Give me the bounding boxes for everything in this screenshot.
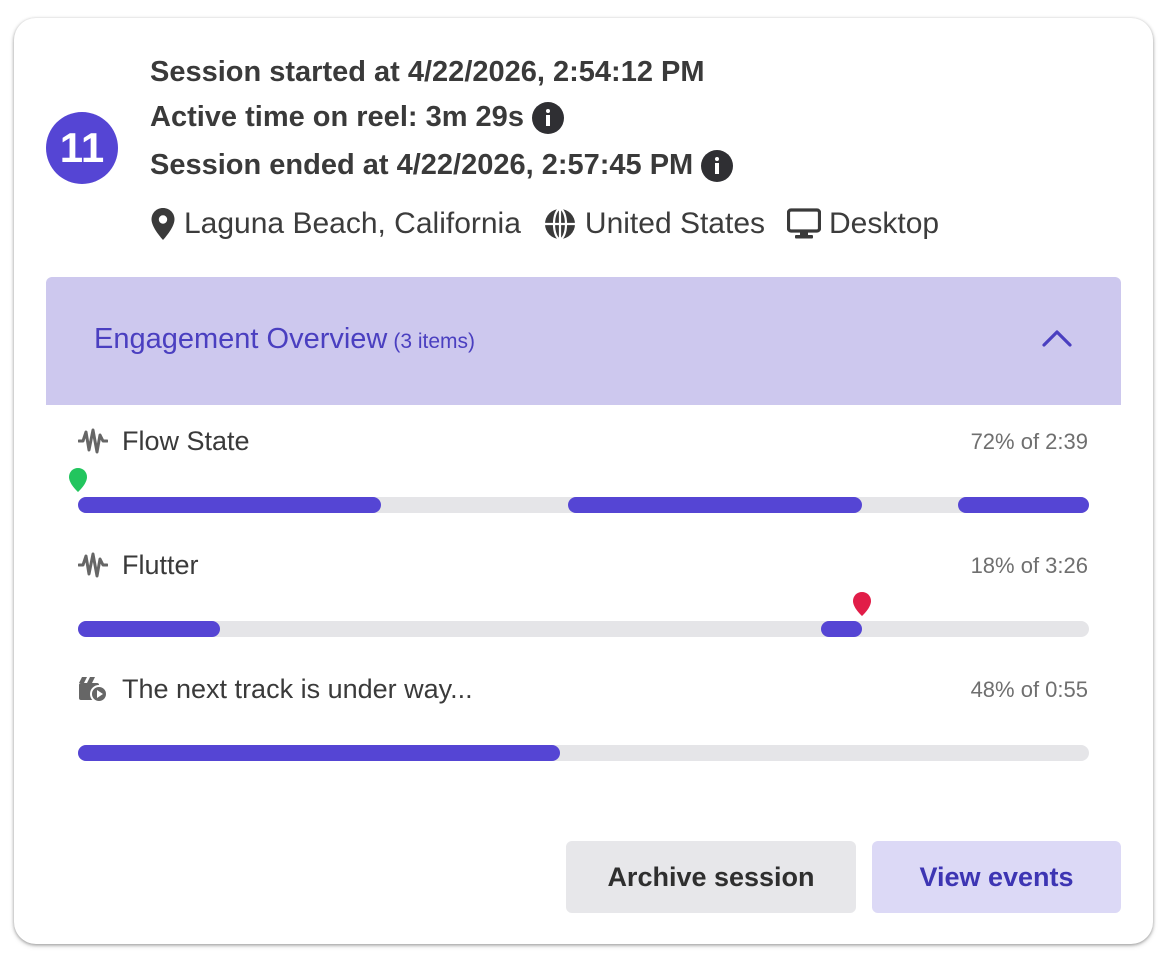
country-text: United States (584, 207, 766, 240)
engagement-overview-header[interactable]: Engagement Overview (3 items) (46, 277, 1121, 405)
session-meta: Laguna Beach, California United States D… (150, 202, 961, 246)
marker-pin-icon[interactable] (852, 591, 872, 617)
chevron-up-icon[interactable] (1042, 327, 1072, 349)
device-text: Desktop (829, 207, 940, 240)
archive-session-button[interactable]: Archive session (566, 841, 856, 913)
row-next-track: The next track is under way... (78, 669, 473, 709)
timeline-segment (78, 621, 220, 637)
panel-title-text: Engagement Overview (94, 323, 388, 355)
waveform-icon (78, 428, 108, 454)
timeline-segment (78, 745, 561, 761)
globe-icon (544, 207, 575, 241)
session-ended-info-icon[interactable] (701, 149, 734, 182)
timeline-track[interactable] (78, 745, 1089, 761)
engagement-overview-title: Engagement Overview (3 items) (94, 323, 475, 356)
active-time: Active time on reel: 3m 29s (150, 101, 564, 134)
session-ended: Session ended at 4/22/2026, 2:57:45 PM (150, 149, 734, 182)
marker-pin-icon[interactable] (68, 467, 88, 493)
active-time-text: Active time on reel: 3m 29s (150, 101, 524, 133)
map-pin-icon (151, 208, 175, 240)
row-flow-state: Flow State (78, 421, 250, 461)
timeline-segment (568, 497, 862, 513)
row-label-text: Flutter (122, 549, 199, 580)
location-text: Laguna Beach, California (184, 207, 521, 240)
desktop-icon (787, 208, 822, 239)
session-card: 11 Session started at 4/22/2026, 2:54:12… (14, 18, 1153, 944)
row-flutter: Flutter (78, 545, 199, 585)
view-events-button[interactable]: View events (872, 841, 1121, 913)
row-stat: 72% of 2:39 (970, 429, 1088, 454)
active-time-info-icon[interactable] (531, 101, 564, 134)
location-item: Laguna Beach, California (150, 207, 521, 241)
session-number-badge: 11 (46, 112, 118, 184)
timeline-segment (821, 621, 862, 637)
timeline-track[interactable] (78, 497, 1089, 513)
row-stat: 18% of 3:26 (970, 553, 1088, 578)
row-label-text: Flow State (122, 425, 250, 456)
clapperboard-play-icon (79, 677, 108, 703)
waveform-icon (78, 552, 108, 578)
timeline-segment (957, 497, 1089, 513)
device-item: Desktop (787, 207, 939, 241)
timeline-track[interactable] (78, 621, 1089, 637)
session-ended-text: Session ended at 4/22/2026, 2:57:45 PM (150, 149, 694, 181)
session-started: Session started at 4/22/2026, 2:54:12 PM (150, 56, 705, 89)
row-stat: 48% of 0:55 (970, 677, 1088, 702)
timeline-segment (78, 497, 382, 513)
row-label-text: The next track is under way... (122, 673, 473, 704)
panel-item-count: (3 items) (393, 330, 476, 353)
country-item: United States (543, 207, 765, 241)
session-started-text: Session started at 4/22/2026, 2:54:12 PM (150, 56, 705, 88)
